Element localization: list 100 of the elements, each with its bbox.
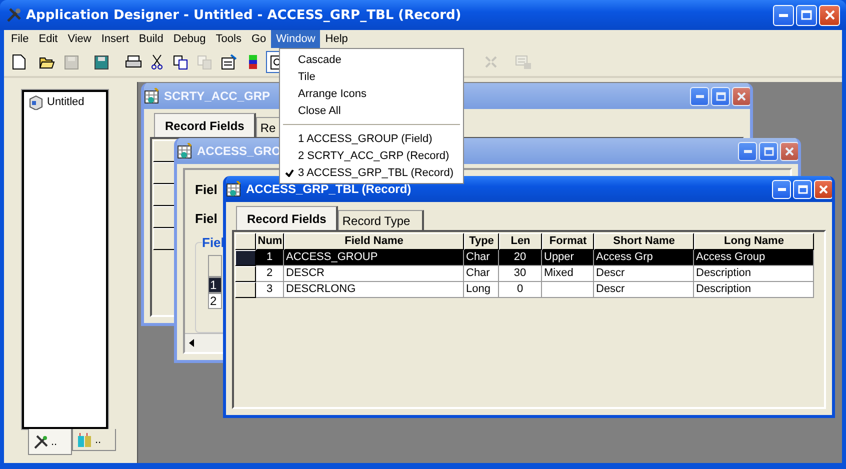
table-cell: Access Grp: [594, 250, 694, 266]
table-cell: Descr: [594, 266, 694, 282]
table-cell: 30: [499, 266, 542, 282]
close-button[interactable]: [814, 180, 832, 198]
minimize-button[interactable]: [690, 86, 709, 106]
row-header: [235, 233, 256, 250]
minimize-icon: [744, 150, 752, 152]
table-cell: Descr: [594, 282, 694, 298]
tab[interactable]: Record Fields: [236, 206, 338, 230]
scissors-icon: [151, 54, 163, 70]
printer-icon: [124, 55, 142, 69]
menu-item[interactable]: Window: [271, 30, 320, 48]
maximize-icon: [798, 184, 808, 194]
minimize-icon: [778, 188, 786, 190]
row-header[interactable]: [235, 282, 256, 298]
table-cell: Mixed: [542, 266, 594, 282]
field-label: Fiel: [195, 182, 218, 197]
horizontal-scrollbar[interactable]: [185, 333, 225, 352]
tree-item[interactable]: Untitled: [28, 94, 102, 110]
table-cell: Char: [464, 250, 499, 266]
menu-item[interactable]: 3 ACCESS_GRP_TBL (Record): [280, 164, 463, 181]
document-icon: [514, 54, 532, 70]
minimize-button[interactable]: [738, 142, 757, 160]
paste-icon: [197, 54, 213, 70]
menu-item[interactable]: Help: [320, 30, 353, 48]
table-cell: Upper: [542, 250, 594, 266]
column-header[interactable]: Field Name: [284, 233, 464, 250]
table-cell: Description: [694, 266, 814, 282]
column-header[interactable]: Type: [464, 233, 499, 250]
menu-item[interactable]: Tile: [280, 68, 463, 85]
film-icon: [77, 432, 93, 448]
table-cell: DESCRLONG: [284, 282, 464, 298]
menu-item[interactable]: Cascade: [280, 51, 463, 68]
menu-item[interactable]: Close All: [280, 102, 463, 119]
menu-item[interactable]: Go: [246, 30, 272, 48]
close-icon: [824, 10, 834, 20]
column-header[interactable]: Num: [256, 233, 284, 250]
table-cell: Long: [464, 282, 499, 298]
table-cell: 3: [256, 282, 284, 298]
document-title: SCRTY_ACC_GRP: [164, 89, 270, 103]
table-cell: Description: [694, 282, 814, 298]
table-icon: [226, 181, 242, 197]
maximize-button[interactable]: [759, 142, 778, 160]
maximize-button[interactable]: [793, 180, 812, 198]
maximize-icon: [764, 146, 774, 156]
table-cell: Char: [464, 266, 499, 282]
row-header[interactable]: [235, 266, 256, 282]
maximize-icon: [801, 10, 812, 20]
menu-item[interactable]: Insert: [96, 30, 134, 48]
close-icon: [737, 92, 746, 100]
copy-icon: [173, 54, 189, 70]
document-title: ACCESS_GRO: [197, 144, 282, 158]
menu-item[interactable]: 2 SCRTY_ACC_GRP (Record): [280, 147, 463, 164]
close-button[interactable]: [732, 86, 750, 106]
maximize-button[interactable]: [711, 86, 730, 106]
menu-item[interactable]: Arrange Icons: [280, 85, 463, 102]
menu-item[interactable]: Tools: [210, 30, 246, 48]
menu-item[interactable]: Edit: [34, 30, 63, 48]
row-header[interactable]: 2: [208, 293, 222, 309]
minimize-button[interactable]: [773, 4, 794, 26]
table-icon: [177, 143, 193, 159]
maximize-icon: [716, 92, 726, 100]
minimize-icon: [779, 14, 788, 16]
box-icon: [28, 94, 44, 110]
menu-item[interactable]: Build: [134, 30, 168, 48]
table-cell: 0: [499, 282, 542, 298]
column-header[interactable]: Long Name: [694, 233, 814, 250]
folder-icon: [39, 55, 55, 69]
menu-item[interactable]: View: [62, 30, 96, 48]
table-cell: ACCESS_GROUP: [284, 250, 464, 266]
menu-item[interactable]: File: [6, 30, 34, 48]
tools-icon: [6, 7, 22, 23]
panel-tab[interactable]: ..: [28, 429, 72, 455]
new-file-icon: [12, 54, 26, 70]
window-title: Application Designer - Untitled - ACCESS_GRP_TBL (Record): [26, 8, 462, 22]
minimize-button[interactable]: [772, 180, 791, 198]
table-cell: 1: [256, 250, 284, 266]
panel-tab[interactable]: ..: [72, 429, 116, 451]
close-button[interactable]: [780, 142, 798, 160]
close-icon: [819, 184, 828, 194]
close-button[interactable]: [819, 4, 840, 26]
maximize-button[interactable]: [796, 4, 817, 26]
column-header[interactable]: Short Name: [594, 233, 694, 250]
table-cell: DESCR: [284, 266, 464, 282]
table-cell: 2: [256, 266, 284, 282]
field-label: Fiel: [195, 211, 218, 226]
tools-icon: [33, 434, 49, 450]
arrows-icon: [484, 55, 498, 69]
table-icon: [144, 88, 160, 104]
row-header[interactable]: [235, 250, 256, 266]
tab[interactable]: Record Type: [338, 210, 424, 230]
menu-item[interactable]: Debug: [168, 30, 211, 48]
column-header[interactable]: Format: [542, 233, 594, 250]
column-header[interactable]: Len: [499, 233, 542, 250]
table-cell: Access Group: [694, 250, 814, 266]
table-cell: 20: [499, 250, 542, 266]
properties-icon: [220, 54, 238, 70]
document-title: ACCESS_GRP_TBL (Record): [246, 182, 412, 196]
tab[interactable]: Record Fields: [154, 113, 256, 137]
row-header[interactable]: 1: [208, 277, 222, 293]
